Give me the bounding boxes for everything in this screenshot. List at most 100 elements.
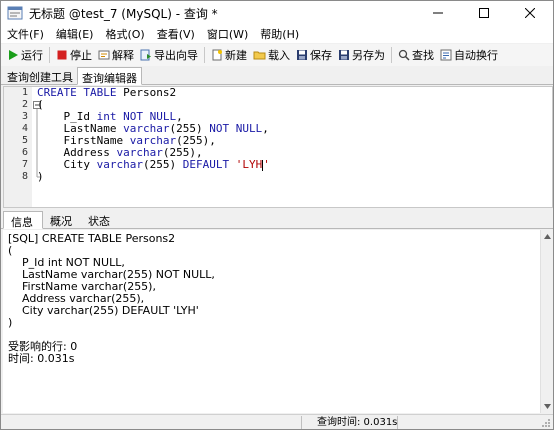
code-token: DEFAULT bbox=[182, 158, 236, 171]
tab-info[interactable]: 信息 bbox=[3, 211, 43, 229]
navicat-app-icon bbox=[7, 6, 23, 20]
code-line: ) bbox=[37, 171, 270, 183]
play-icon bbox=[9, 50, 18, 60]
message-line: [SQL] CREATE TABLE Persons2 bbox=[8, 232, 176, 245]
menu-edit[interactable]: 编辑(E) bbox=[50, 26, 100, 42]
line-number: 4 bbox=[21, 123, 28, 134]
folder-open-icon bbox=[253, 51, 266, 60]
code-token: ' bbox=[263, 158, 270, 171]
explain-icon bbox=[98, 50, 110, 60]
line-number: 3 bbox=[21, 111, 28, 122]
code-token: Persons2 bbox=[123, 86, 177, 99]
load-label: 载入 bbox=[268, 49, 290, 62]
run-button[interactable]: 运行 bbox=[4, 45, 46, 65]
search-icon bbox=[398, 49, 410, 61]
message-line bbox=[3, 329, 540, 341]
scroll-up-button[interactable] bbox=[541, 230, 553, 243]
line-number: 2 bbox=[21, 99, 28, 110]
app-window: 无标题 @test_7 (MySQL) - 查询 * 文件(F) 编辑(E) 格… bbox=[0, 0, 554, 430]
query-time-text: 查询时间: 0.031s bbox=[317, 417, 398, 428]
menu-help[interactable]: 帮助(H) bbox=[254, 26, 305, 42]
tab-status[interactable]: 状态 bbox=[81, 211, 119, 228]
save-as-label: 另存为 bbox=[352, 49, 385, 62]
sql-code: CREATE TABLE Persons2( P_Id int NOT NULL… bbox=[37, 87, 270, 183]
arrow-down-icon bbox=[544, 404, 551, 409]
export-wizard-button[interactable]: 导出向导 bbox=[137, 45, 201, 65]
save-icon bbox=[297, 50, 307, 60]
close-button[interactable] bbox=[507, 1, 553, 25]
menu-bar: 文件(F) 编辑(E) 格式(O) 查看(V) 窗口(W) 帮助(H) bbox=[1, 25, 553, 43]
menu-window[interactable]: 窗口(W) bbox=[201, 26, 254, 42]
new-file-icon bbox=[212, 49, 222, 61]
code-token: varchar bbox=[96, 158, 143, 171]
stop-icon bbox=[57, 50, 67, 60]
toolbar-separator bbox=[49, 47, 50, 63]
minimize-button[interactable] bbox=[415, 1, 461, 25]
menu-format[interactable]: 格式(O) bbox=[99, 26, 150, 42]
status-bar: 查询时间: 0.031s bbox=[1, 414, 553, 429]
save-button[interactable]: 保存 bbox=[293, 45, 335, 65]
auto-wrap-button[interactable]: 自动换行 bbox=[437, 45, 501, 65]
save-as-button[interactable]: 另存为 bbox=[335, 45, 388, 65]
export-wizard-label: 导出向导 bbox=[154, 49, 198, 62]
message-line: City varchar(255) DEFAULT 'LYH' bbox=[8, 304, 199, 317]
line-number-gutter: 1 2 3 4 5 6 7 8 bbox=[4, 87, 32, 207]
window-title: 无标题 @test_7 (MySQL) - 查询 * bbox=[29, 6, 218, 21]
stop-button[interactable]: 停止 bbox=[53, 45, 95, 65]
minimize-icon bbox=[433, 12, 443, 14]
explain-button[interactable]: 解释 bbox=[95, 45, 137, 65]
line-number: 5 bbox=[21, 135, 28, 146]
message-line: ) bbox=[8, 316, 13, 329]
line-number: 6 bbox=[21, 147, 28, 158]
tab-query-builder[interactable]: 查询创建工具 bbox=[3, 67, 77, 84]
line-number: 8 bbox=[21, 171, 28, 182]
scroll-down-button[interactable] bbox=[541, 400, 553, 413]
query-tabs: 查询创建工具 查询编辑器 bbox=[1, 67, 553, 85]
code-token: ) bbox=[37, 170, 44, 183]
code-token: City bbox=[37, 158, 97, 171]
code-line: CREATE TABLE Persons2 bbox=[37, 87, 270, 99]
toolbar-separator bbox=[391, 47, 392, 63]
load-button[interactable]: 载入 bbox=[250, 45, 293, 65]
message-line: 受影响的行: 0 bbox=[8, 340, 78, 353]
code-token: NOT NULL bbox=[209, 122, 263, 135]
status-divider bbox=[397, 416, 398, 429]
auto-wrap-label: 自动换行 bbox=[454, 49, 498, 62]
close-icon bbox=[525, 8, 535, 18]
code-token: 'LYH bbox=[235, 158, 263, 171]
line-number: 7 bbox=[21, 159, 28, 170]
message-scrollbar[interactable] bbox=[540, 230, 553, 413]
explain-label: 解释 bbox=[112, 49, 134, 62]
stop-label: 停止 bbox=[70, 49, 92, 62]
message-panel: [SQL] CREATE TABLE Persons2( P_Id int NO… bbox=[3, 230, 540, 413]
arrow-up-icon bbox=[544, 234, 551, 239]
code-line: City varchar(255) DEFAULT 'LYH' bbox=[37, 159, 270, 171]
tab-overview[interactable]: 概况 bbox=[43, 211, 81, 228]
find-label: 查找 bbox=[412, 49, 434, 62]
sql-editor[interactable]: 1 2 3 4 5 6 7 8 CREATE TABLE Persons2( P… bbox=[3, 86, 553, 208]
result-tabs: 信息 概况 状态 bbox=[1, 210, 553, 229]
code-token: CREATE TABLE bbox=[37, 86, 124, 99]
code-token: , bbox=[262, 122, 269, 135]
export-icon bbox=[140, 49, 151, 61]
save-as-icon bbox=[339, 50, 349, 60]
message-line: 时间: 0.031s bbox=[8, 352, 75, 365]
toolbar-separator bbox=[204, 47, 205, 63]
find-button[interactable]: 查找 bbox=[395, 45, 437, 65]
code-token: (255) bbox=[142, 158, 183, 171]
menu-view[interactable]: 查看(V) bbox=[151, 26, 201, 42]
wrap-icon bbox=[440, 49, 452, 61]
tab-query-editor[interactable]: 查询编辑器 bbox=[77, 67, 142, 85]
new-button[interactable]: 新建 bbox=[208, 45, 250, 65]
resize-grip-icon[interactable] bbox=[541, 418, 551, 428]
maximize-button[interactable] bbox=[461, 1, 507, 25]
maximize-icon bbox=[479, 8, 489, 18]
title-bar: 无标题 @test_7 (MySQL) - 查询 * bbox=[1, 1, 553, 25]
run-label: 运行 bbox=[21, 49, 43, 62]
save-label: 保存 bbox=[310, 49, 332, 62]
new-label: 新建 bbox=[225, 49, 247, 62]
window-controls bbox=[415, 1, 553, 25]
toolbar: 运行 停止 解释 导出向导 新建 载入 保存 另存为 查找 自动换行 bbox=[1, 44, 553, 66]
status-divider bbox=[301, 416, 302, 429]
menu-file[interactable]: 文件(F) bbox=[1, 26, 50, 42]
